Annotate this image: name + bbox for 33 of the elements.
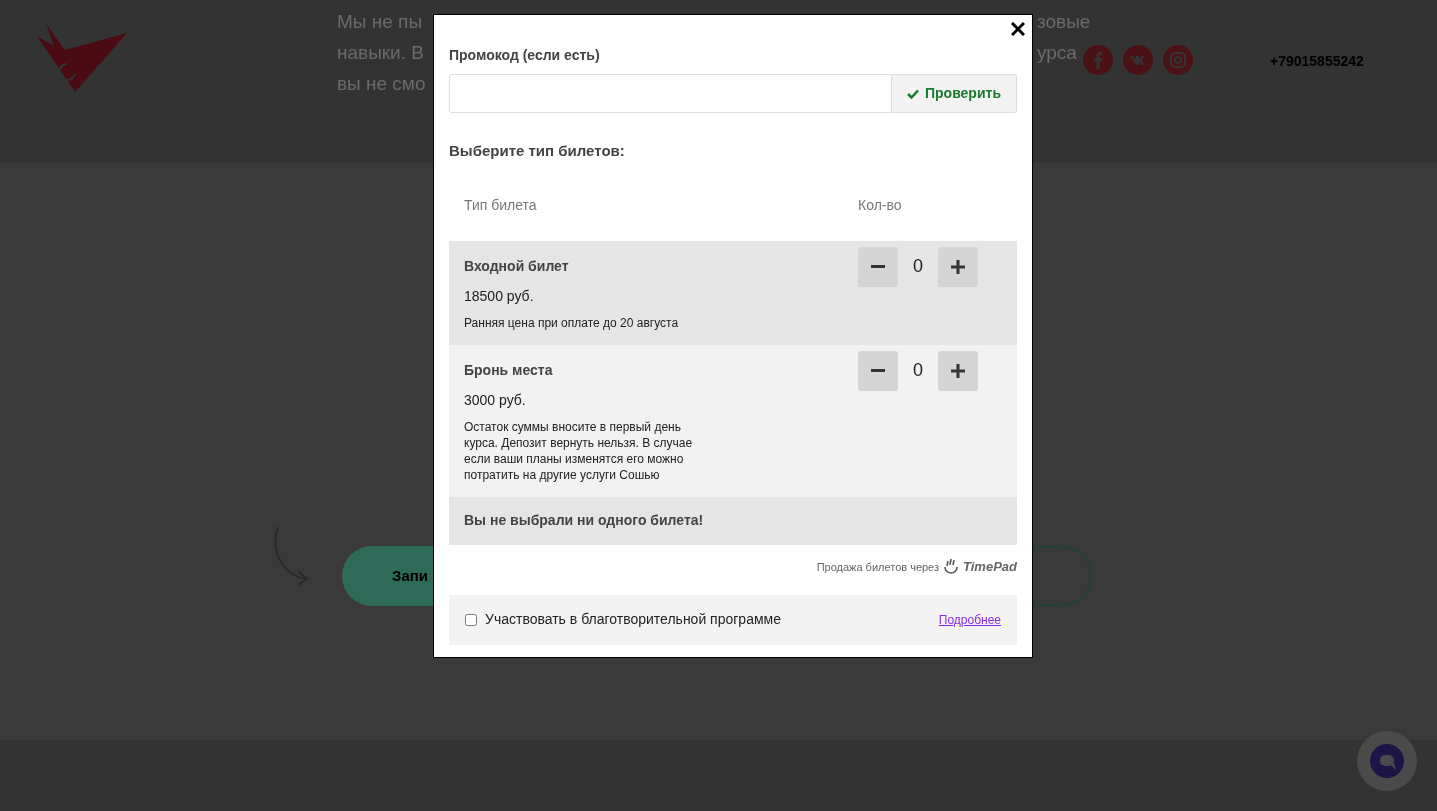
logo-icon <box>37 24 128 92</box>
decrease-button[interactable] <box>858 246 898 287</box>
ticket-price: 18500 руб. <box>464 286 535 306</box>
increase-button[interactable] <box>938 246 978 287</box>
plus-icon <box>951 363 965 378</box>
status-message: Вы не выбрали ни одного билета! <box>449 496 1017 545</box>
ticket-name: Входной билет <box>464 256 570 276</box>
check-promo-button[interactable]: Проверить <box>892 74 1017 113</box>
ticket-name: Бронь места <box>464 360 554 380</box>
decrease-button[interactable] <box>858 350 898 391</box>
more-info-link[interactable]: Подробнее <box>938 610 1001 629</box>
column-header: Кол-во <box>858 195 902 215</box>
charity-checkbox[interactable] <box>465 613 477 626</box>
ticket-note: Ранняя цена при оплате до 20 августа <box>464 314 680 331</box>
column-header: Тип билета <box>464 195 538 215</box>
quantity-value: 0 <box>912 359 924 382</box>
plus-icon <box>951 259 965 274</box>
timepad-logo-icon <box>942 558 961 576</box>
section-title: Выберите тип билетов: <box>449 141 626 161</box>
minus-icon <box>871 368 885 373</box>
promo-label: Промокод (если есть) <box>449 46 601 65</box>
promo-code-field[interactable] <box>449 74 892 113</box>
ticket-note: Остаток суммы вносите в первый день курса. Депозит вернуть нельзя. В случае если ваши планы изменятся его можно потратить на другие услуги Сошью <box>464 418 694 483</box>
close-icon[interactable] <box>1011 22 1025 36</box>
quantity-value: 0 <box>912 255 924 278</box>
increase-button[interactable] <box>938 350 978 391</box>
checkmark-icon <box>907 88 919 99</box>
minus-icon <box>871 264 885 269</box>
charity-label: Участвовать в благотворительной программе <box>485 610 781 629</box>
provider-logo-text: TimePad <box>963 558 1017 577</box>
ticket-price: 3000 руб. <box>464 390 527 410</box>
powered-by-text: Продажа билетов через <box>816 559 940 575</box>
chat-bubble-icon <box>1369 743 1405 779</box>
